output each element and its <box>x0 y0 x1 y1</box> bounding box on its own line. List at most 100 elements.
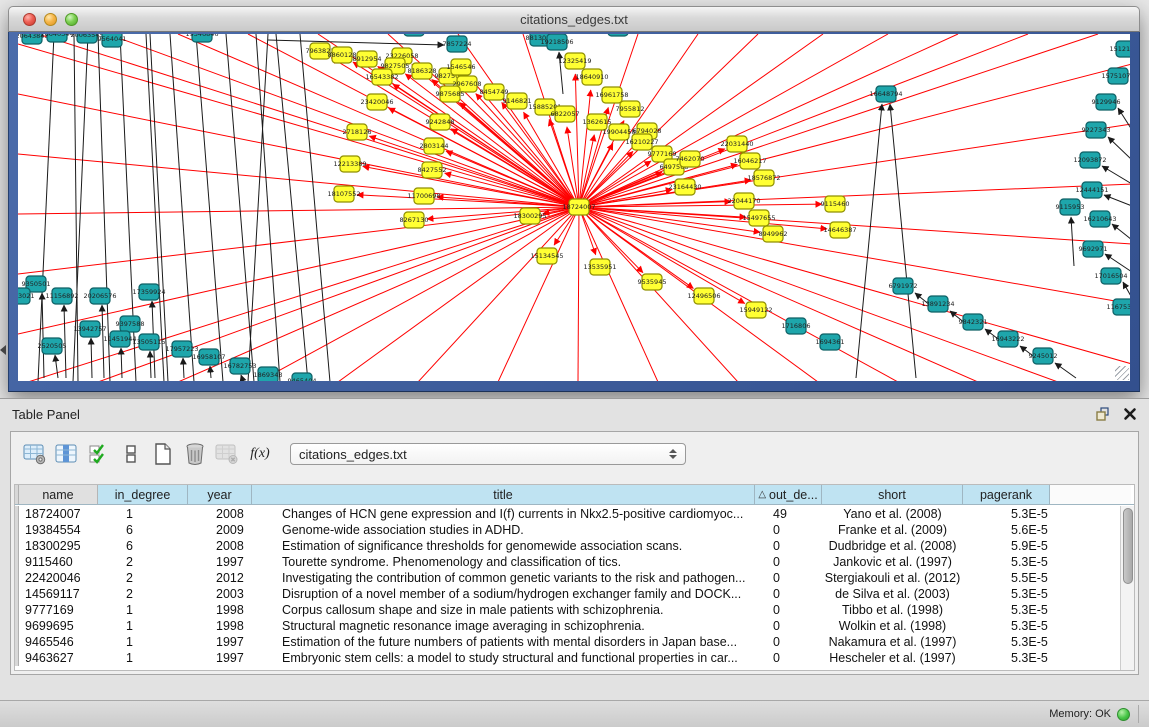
graph-node[interactable]: 2718126 <box>343 124 372 140</box>
cell-in_degree: 6 <box>98 539 188 553</box>
float-panel-icon[interactable] <box>1095 406 1111 422</box>
memory-status-indicator[interactable] <box>1117 708 1130 721</box>
graph-node[interactable]: 8912954 <box>353 51 382 67</box>
graph-node[interactable]: 7857224 <box>443 36 472 52</box>
table-row[interactable]: 946362711997Embryonic stem cells: a mode… <box>15 650 1120 666</box>
graph-node[interactable]: 9842321 <box>959 314 988 330</box>
close-panel-icon[interactable] <box>1123 407 1137 421</box>
cell-short: Franke et al. (2009) <box>822 523 963 537</box>
graph-node[interactable]: 9129946 <box>1092 94 1121 110</box>
function-builder-icon[interactable]: f(x) <box>245 441 275 467</box>
delete-column-icon[interactable] <box>181 441 208 467</box>
graph-node[interactable]: 12325419 <box>558 53 591 69</box>
graph-node[interactable]: 22044170 <box>727 193 760 209</box>
graph-node[interactable]: 15949122 <box>739 302 772 318</box>
column-header-name[interactable]: name <box>19 485 98 504</box>
cell-out_de...: 0 <box>755 635 822 649</box>
graph-node[interactable]: 1694361 <box>816 334 845 350</box>
table-row[interactable]: 2242004622012Investigating the contribut… <box>15 570 1120 586</box>
create-column-icon[interactable] <box>149 441 176 467</box>
table-row[interactable]: 946554611997Estimation of the future num… <box>15 634 1120 650</box>
graph-node[interactable]: 17359924 <box>132 284 165 300</box>
row-height-icon[interactable] <box>117 441 144 467</box>
graph-node[interactable]: 2803144 <box>420 138 449 154</box>
graph-node[interactable]: 6791972 <box>889 278 918 294</box>
window-titlebar[interactable]: citations_edges.txt <box>8 6 1140 32</box>
graph-node[interactable]: 22031440 <box>720 136 753 152</box>
graph-node[interactable]: 9465404 <box>288 373 317 381</box>
table-options-icon[interactable] <box>21 441 48 467</box>
column-header-out_de...[interactable]: △out_de... <box>755 485 822 504</box>
table-row[interactable]: 977716911998Corpus callosum shape and si… <box>15 602 1120 618</box>
graph-node[interactable]: 9227343 <box>1082 122 1111 138</box>
select-rows-icon[interactable] <box>85 441 112 467</box>
svg-text:9129946: 9129946 <box>1092 98 1121 106</box>
graph-node[interactable]: 12444151 <box>1075 182 1108 198</box>
resize-grip-icon[interactable] <box>1115 366 1129 380</box>
graph-node[interactable]: 6822057 <box>551 106 580 122</box>
graph-node[interactable]: 1869343 <box>254 367 283 381</box>
table-row[interactable]: 1872400712008Changes of HCN gene express… <box>15 506 1120 522</box>
graph-node[interactable]: 18640910 <box>575 69 608 85</box>
graph-node[interactable]: 16046217 <box>733 153 766 169</box>
graph-node[interactable]: 7462070 <box>676 151 705 167</box>
graph-node[interactable]: 11700698 <box>407 188 440 204</box>
svg-text:16961758: 16961758 <box>595 91 628 99</box>
network-graph[interactable]: 2064384318640344200635459564041193468461… <box>18 34 1130 381</box>
graph-node[interactable]: 16648794 <box>869 86 902 102</box>
graph-node[interactable]: 12093872 <box>1073 152 1106 168</box>
svg-text:11156892: 11156892 <box>45 292 78 300</box>
graph-node[interactable]: 16210643 <box>1083 211 1116 227</box>
graph-node[interactable]: 9875685 <box>436 86 465 102</box>
column-header-pagerank[interactable]: pagerank <box>963 485 1050 504</box>
graph-node[interactable]: 9115953 <box>1056 199 1085 215</box>
graph-node[interactable]: 19346846 <box>185 34 218 42</box>
graph-node[interactable]: 9564041 <box>98 34 127 47</box>
graph-node[interactable]: 8186328 <box>408 63 437 79</box>
graph-node[interactable]: 1546546 <box>447 59 476 75</box>
table-row[interactable]: 1830029562008Estimation of significance … <box>15 538 1120 554</box>
graph-node[interactable]: 9115460 <box>821 196 850 212</box>
graph-node[interactable]: 1716806 <box>782 318 811 334</box>
column-header-in_degree[interactable]: in_degree <box>98 485 188 504</box>
table-scrollbar[interactable] <box>1120 506 1134 670</box>
table-row[interactable]: 911546021997Tourette syndrome. Phenomeno… <box>15 554 1120 570</box>
graph-node[interactable]: 8574304 <box>604 34 633 36</box>
graph-node[interactable]: 14646387 <box>823 222 856 238</box>
cell-in_degree: 2 <box>98 555 188 569</box>
column-header-title[interactable]: title <box>252 485 755 504</box>
graph-node[interactable]: 17016504 <box>1094 268 1127 284</box>
graph-node[interactable]: 9245012 <box>1029 348 1058 364</box>
network-canvas[interactable]: 2064384318640344200635459564041193468461… <box>18 34 1130 381</box>
scrollbar-thumb[interactable] <box>1123 508 1133 584</box>
graph-node[interactable]: 2520505 <box>38 338 67 354</box>
graph-node[interactable]: 11156892 <box>45 288 78 304</box>
table-row[interactable]: 969969511998Structural magnetic resonanc… <box>15 618 1120 634</box>
graph-node[interactable]: 13535951 <box>583 259 616 275</box>
graph-node[interactable]: 20206576 <box>83 288 116 304</box>
graph-node[interactable]: 16943222 <box>991 331 1024 347</box>
graph-node[interactable]: 9242848 <box>426 114 455 130</box>
graph-node[interactable]: 18576872 <box>747 170 780 186</box>
graph-node[interactable]: 18107552 <box>327 186 360 202</box>
table-select[interactable]: citations_edges.txt <box>290 443 686 465</box>
graph-node[interactable]: 9692971 <box>1079 241 1108 257</box>
panel-collapse-arrow-icon[interactable] <box>0 345 6 355</box>
graph-node[interactable]: 15121212 <box>1109 41 1130 57</box>
graph-node[interactable]: 11675303 <box>1106 299 1130 315</box>
graph-node[interactable]: 7955812 <box>616 101 645 117</box>
graph-node[interactable]: 13891234 <box>921 296 954 312</box>
table-row[interactable]: 1456911722003Disruption of a novel membe… <box>15 586 1120 602</box>
graph-node[interactable]: 9146821 <box>503 93 532 109</box>
table-row[interactable]: 1938455462009Genome-wide association stu… <box>15 522 1120 538</box>
graph-node[interactable]: 9535945 <box>638 274 667 290</box>
column-header-year[interactable]: year <box>188 485 252 504</box>
graph-node[interactable]: 8949962 <box>759 226 788 242</box>
graph-node[interactable]: 8427552 <box>418 162 447 178</box>
show-columns-icon[interactable] <box>53 441 80 467</box>
graph-node[interactable]: 8267130 <box>400 212 429 228</box>
graph-node[interactable]: 16033809 <box>397 34 430 36</box>
graph-node[interactable]: 9397588 <box>116 316 145 332</box>
column-header-short[interactable]: short <box>822 485 963 504</box>
graph-node[interactable]: 13942757 <box>73 321 106 337</box>
